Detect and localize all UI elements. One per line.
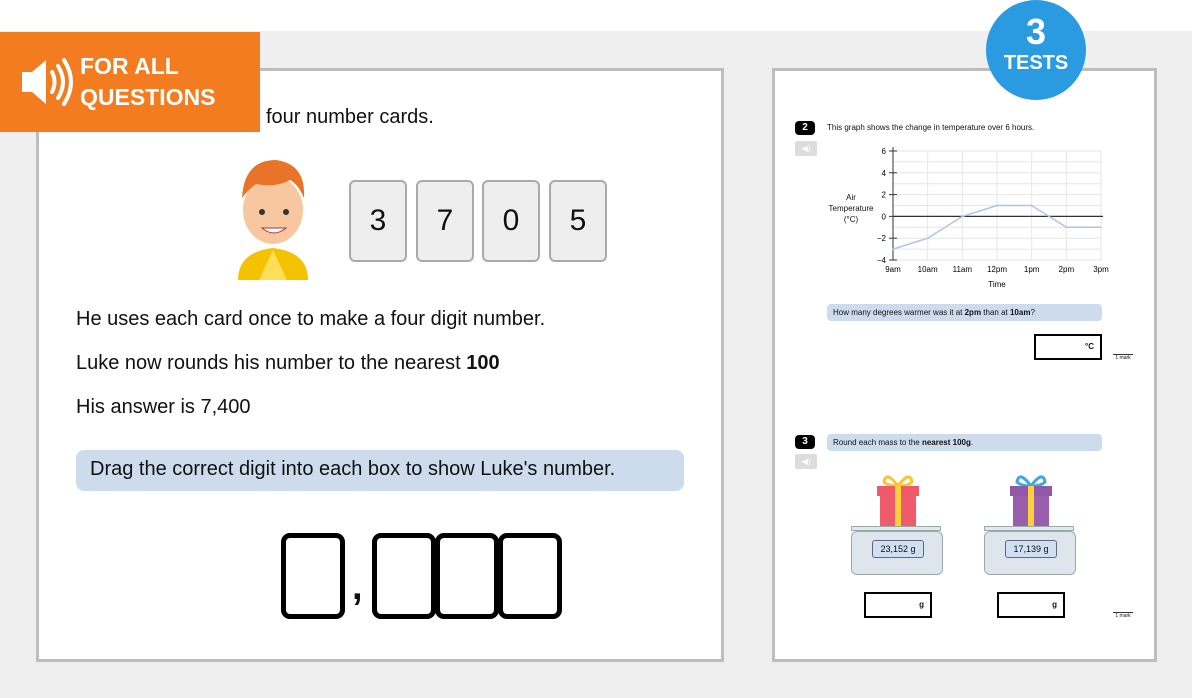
q-bold: nearest 100g bbox=[921, 438, 971, 447]
data-point bbox=[1065, 226, 1068, 229]
x-tick-label: 12pm bbox=[987, 265, 1007, 274]
question-text: This graph shows the change in temperatu… bbox=[827, 123, 1035, 132]
speaker-icon bbox=[0, 32, 80, 132]
y-tick-label: −2 bbox=[877, 234, 887, 243]
audio-button[interactable]: ◀) bbox=[795, 141, 817, 156]
x-tick-label: 2pm bbox=[1059, 265, 1075, 274]
number-card[interactable]: 5 bbox=[549, 180, 607, 262]
statement-2-text: Luke now rounds his number to the neares… bbox=[76, 352, 467, 374]
y-tick-label: −4 bbox=[877, 256, 887, 265]
digit-drop-box[interactable] bbox=[372, 533, 436, 619]
q-bold: 10am bbox=[1009, 308, 1031, 317]
y-tick-label: 2 bbox=[882, 191, 887, 200]
weighing-scale: 17,139 g bbox=[984, 531, 1076, 575]
tests-badge[interactable]: 3 TESTS bbox=[986, 0, 1086, 100]
weighing-scale: 23,152 g bbox=[851, 531, 943, 575]
x-tick-label: 1pm bbox=[1024, 265, 1040, 274]
q-bold: 2pm bbox=[964, 308, 982, 317]
read-aloud-banner[interactable]: FOR ALL QUESTIONS bbox=[0, 32, 260, 132]
number-card[interactable]: 0 bbox=[482, 180, 540, 262]
data-point bbox=[996, 204, 998, 207]
x-tick-label: 3pm bbox=[1093, 265, 1109, 274]
x-tick-label: 9am bbox=[885, 265, 901, 274]
x-axis-label: Time bbox=[988, 280, 1006, 289]
question-number: 2 bbox=[795, 121, 815, 135]
audio-button[interactable]: ◀) bbox=[795, 454, 817, 469]
boy-avatar bbox=[232, 158, 314, 280]
thousands-comma: , bbox=[352, 566, 363, 608]
banner-line2: QUESTIONS bbox=[80, 84, 216, 110]
scale-display: 23,152 g bbox=[872, 540, 924, 558]
statement-3: His answer is 7,400 bbox=[76, 396, 251, 418]
number-card[interactable]: 3 bbox=[349, 180, 407, 262]
statement-2-bold: 100 bbox=[466, 352, 500, 374]
tests-label: TESTS bbox=[1003, 52, 1069, 74]
y-tick-label: 0 bbox=[882, 212, 887, 221]
question-bar: How many degrees warmer was it at 2pm th… bbox=[827, 304, 1102, 321]
q-text: ? bbox=[1030, 308, 1035, 317]
banner-line1: FOR ALL bbox=[80, 53, 179, 79]
tests-count: 3 bbox=[1025, 11, 1047, 52]
data-point bbox=[892, 248, 894, 250]
mark-label: 1 mark bbox=[1113, 612, 1133, 619]
statement-2: Luke now rounds his number to the neares… bbox=[76, 352, 500, 375]
answer-box[interactable]: g bbox=[864, 592, 932, 618]
data-point bbox=[1030, 204, 1033, 207]
q-text: . bbox=[970, 438, 974, 447]
data-point bbox=[1100, 226, 1102, 229]
q-text: How many degrees warmer was it at bbox=[833, 308, 965, 317]
statement-1: He uses each card once to make a four di… bbox=[76, 308, 546, 330]
x-tick-label: 10am bbox=[918, 265, 938, 274]
question-number: 3 bbox=[795, 435, 815, 449]
answer-box[interactable]: g bbox=[997, 592, 1065, 618]
data-point bbox=[926, 237, 929, 239]
q-text: Round each mass to the bbox=[833, 438, 922, 447]
q-text: than at bbox=[981, 308, 1010, 317]
instruction-bar: Drag the correct digit into each box to … bbox=[76, 450, 684, 491]
answer-box[interactable]: °C bbox=[1034, 334, 1102, 360]
y-tick-label: 4 bbox=[882, 169, 887, 178]
digit-drop-box[interactable] bbox=[281, 533, 345, 619]
y-tick-label: 6 bbox=[882, 147, 887, 156]
x-tick-label: 11am bbox=[953, 265, 973, 274]
mark-label: 1 mark bbox=[1113, 354, 1133, 361]
purple-gift-icon bbox=[1009, 470, 1053, 526]
question-bar: Round each mass to the nearest 100g. bbox=[827, 434, 1102, 451]
red-gift-icon bbox=[876, 470, 920, 526]
scale-display: 17,139 g bbox=[1005, 540, 1057, 558]
intro-text: four number cards. bbox=[266, 106, 434, 128]
digit-drop-box[interactable] bbox=[498, 533, 562, 619]
digit-drop-box[interactable] bbox=[435, 533, 499, 619]
number-card[interactable]: 7 bbox=[416, 180, 474, 262]
temperature-chart: 9am 10am 11am 12pm 1pm 2pm 3pm 6 4 2 0 −2 −4 Time bbox=[877, 147, 1109, 289]
data-point bbox=[961, 215, 964, 218]
